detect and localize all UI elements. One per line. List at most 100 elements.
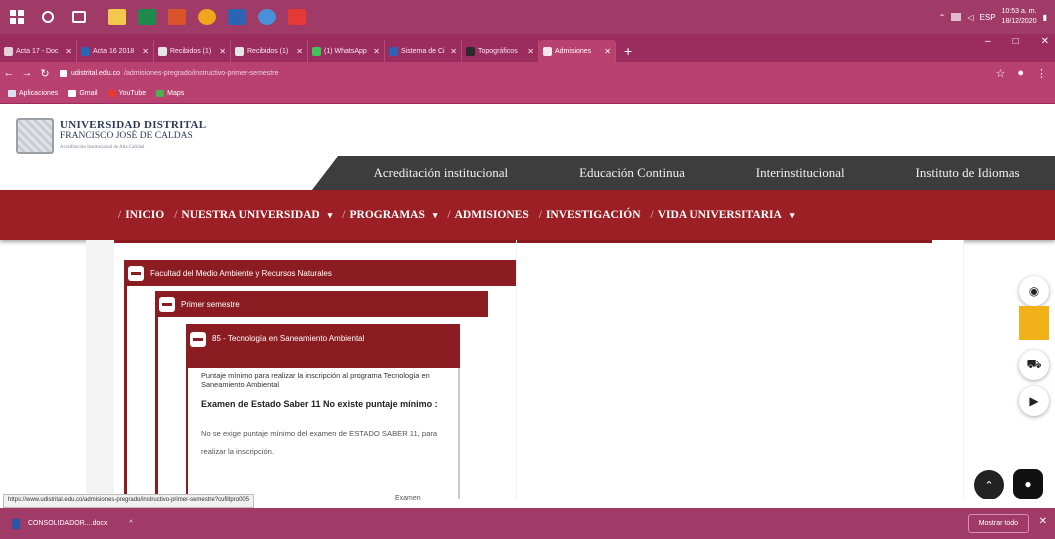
browser-tab[interactable]: Topográficos ✕ [462,40,539,62]
mainnav-item[interactable]: / NUESTRA UNIVERSIDAD ▾ [174,209,332,221]
sidebar-action-icon[interactable]: ▶ [1019,386,1049,416]
taskbar-app-icon[interactable] [168,9,186,25]
status-url: https://www.udistrital.edu.co/admisiones… [3,494,255,508]
accordion-border [155,317,158,499]
tab-label: Recibidos (1) [247,47,289,55]
cart-icon[interactable]: ⛟ [1019,350,1049,380]
show-all-button[interactable]: Mostrar todo [967,514,1029,533]
close-icon[interactable]: ✕ [1041,36,1049,47]
logo-line-2: FRANCISCO JOSÉ DE CALDAS [60,131,193,141]
mainnav-item[interactable]: / ADMISIONES [447,209,528,221]
chrome-icon[interactable] [258,9,276,25]
notifications-icon[interactable]: ▮ [1043,13,1047,22]
university-logo[interactable]: UNIVERSIDAD DISTRITAL FRANCISCO JOSÉ DE … [16,118,206,154]
taskbar-app-icon[interactable] [138,9,156,25]
taskbar-app-icon[interactable] [198,9,216,25]
scroll-top-button[interactable]: ⌃ [974,470,1004,499]
browser-tab[interactable]: Acta 16 2018 ✕ [77,40,154,62]
chat-icon[interactable]: ● [1013,469,1043,499]
task-view-icon[interactable] [72,11,86,23]
back-icon[interactable]: ← [0,67,18,79]
bookmark-favicon-icon [68,90,77,97]
logo-line-1: UNIVERSIDAD DISTRITAL [60,119,207,131]
close-tab-icon[interactable]: ✕ [604,47,611,56]
clock[interactable]: 10:53 a. m. 18/12/2020 [1002,7,1037,27]
chevron-down-icon: ▾ [432,209,438,220]
address-bar: ← → ↻ udistrital.edu.co/admisiones-pregr… [0,62,1055,84]
windows-taskbar: ⌃ ◁ ESP 10:53 a. m. 18/12/2020 ▮ [0,0,1055,34]
close-tab-icon[interactable]: ✕ [527,47,534,56]
download-item[interactable]: CONSOLIDADOR....docx ^ [12,518,133,529]
bookmark-item[interactable]: Aplicaciones [8,90,58,97]
tab-label: Recibidos (1) [170,47,212,55]
language-indicator[interactable]: ESP [980,13,996,22]
start-button[interactable] [10,10,24,24]
maximize-icon[interactable]: □ [1013,36,1019,47]
reload-icon[interactable]: ↻ [36,67,54,80]
volume-icon[interactable]: ◁ [967,13,973,22]
chevron-up-icon[interactable]: ⌃ [939,13,946,22]
profile-icon[interactable]: ● [1017,67,1024,79]
accordion-semester[interactable]: Primer semestre [155,291,488,317]
accordion-program-label: 85 - Tecnología en Saneamiento Ambiental [212,334,365,343]
browser-tab[interactable]: Recibidos (1) ✕ [231,40,308,62]
star-icon[interactable]: ☆ [995,67,1005,80]
bookmark-label: YouTube [118,90,147,97]
nav-separator: / [447,209,451,221]
browser-tab[interactable]: Recibidos (1) ✕ [154,40,231,62]
bookmark-label: Maps [167,90,185,97]
bookmark-favicon-icon [8,90,16,97]
mainnav-item[interactable]: / INICIO [118,209,164,221]
mainnav-item[interactable]: / INVESTIGACIÓN [539,209,641,221]
acrobat-icon[interactable] [288,9,306,25]
download-menu-button[interactable]: ^ [129,520,132,527]
mainnav-item[interactable]: / VIDA UNIVERSITARIA ▾ [651,209,795,221]
minimize-icon[interactable]: – [985,36,991,47]
program-detail: Puntaje mínimo para realizar la inscripc… [201,368,451,461]
topnav-link[interactable]: Educación Continua [579,165,685,181]
close-tab-icon[interactable]: ✕ [65,47,72,56]
bookmark-item[interactable]: Gmail [68,90,98,97]
bookmark-item[interactable]: Maps [156,90,184,97]
url-input[interactable]: udistrital.edu.co/admisiones-pregrado/in… [60,65,990,81]
close-tab-icon[interactable]: ✕ [373,47,380,56]
forward-icon[interactable]: → [18,67,36,79]
browser-tab[interactable]: Sistema de Ci ✕ [385,40,462,62]
taskbar-app-icon[interactable] [228,9,246,25]
mainnav-label: ADMISIONES [454,209,529,221]
taskbar-app-icon[interactable] [108,9,126,25]
browser-tab[interactable]: (1) WhatsApp ✕ [308,40,385,62]
mainnav-item[interactable]: / PROGRAMAS ▾ [342,209,437,221]
url-path: /admisiones-pregrado/instructivo-primer-… [124,69,279,77]
accordion-program[interactable]: 85 - Tecnología en Saneamiento Ambiental [186,324,460,368]
tab-label: (1) WhatsApp [324,47,367,55]
new-tab-button[interactable]: + [624,40,632,62]
main-navigation: / INICIO / NUESTRA UNIVERSIDAD ▾ / PROGRAMAS ▾ /… [0,190,1055,240]
mainnav-label: VIDA UNIVERSITARIA [657,209,782,221]
accordion-faculty[interactable]: Facultad del Medio Ambiente y Recursos N… [124,260,516,286]
close-tab-icon[interactable]: ✕ [450,47,457,56]
tab-label: Topográficos [478,47,518,55]
topnav-link[interactable]: Acreditación institucional [373,165,508,181]
close-download-bar-button[interactable]: ✕ [1039,516,1047,527]
menu-icon[interactable]: ⋮ [1036,67,1047,80]
close-tab-icon[interactable]: ✕ [219,47,226,56]
tab-favicon-icon [235,46,244,56]
download-bar: CONSOLIDADOR....docx ^ Mostrar todo ✕ [0,508,1055,539]
tab-label: Acta 16 2018 [93,47,135,55]
side-badge[interactable] [1019,306,1049,340]
topnav-link[interactable]: Instituto de Idiomas [916,165,1020,181]
mainnav-label: INVESTIGACIÓN [545,209,641,221]
accessibility-icon[interactable]: ◉ [1019,276,1049,306]
browser-tab[interactable]: Admisiones ✕ [539,40,616,62]
browser-tab[interactable]: Acta 17 - Doc ✕ [0,40,77,62]
search-icon[interactable] [42,11,54,23]
topnav-link[interactable]: Interinstitucional [756,165,845,181]
close-tab-icon[interactable]: ✕ [142,47,149,56]
window-controls: – □ ✕ [985,36,1049,47]
network-icon[interactable] [951,13,962,21]
bookmark-item[interactable]: YouTube [107,90,147,97]
close-tab-icon[interactable]: ✕ [296,47,303,56]
nav-separator: / [342,209,346,221]
bookmarks-bar: Aplicaciones Gmail YouTube Maps [0,84,1055,104]
